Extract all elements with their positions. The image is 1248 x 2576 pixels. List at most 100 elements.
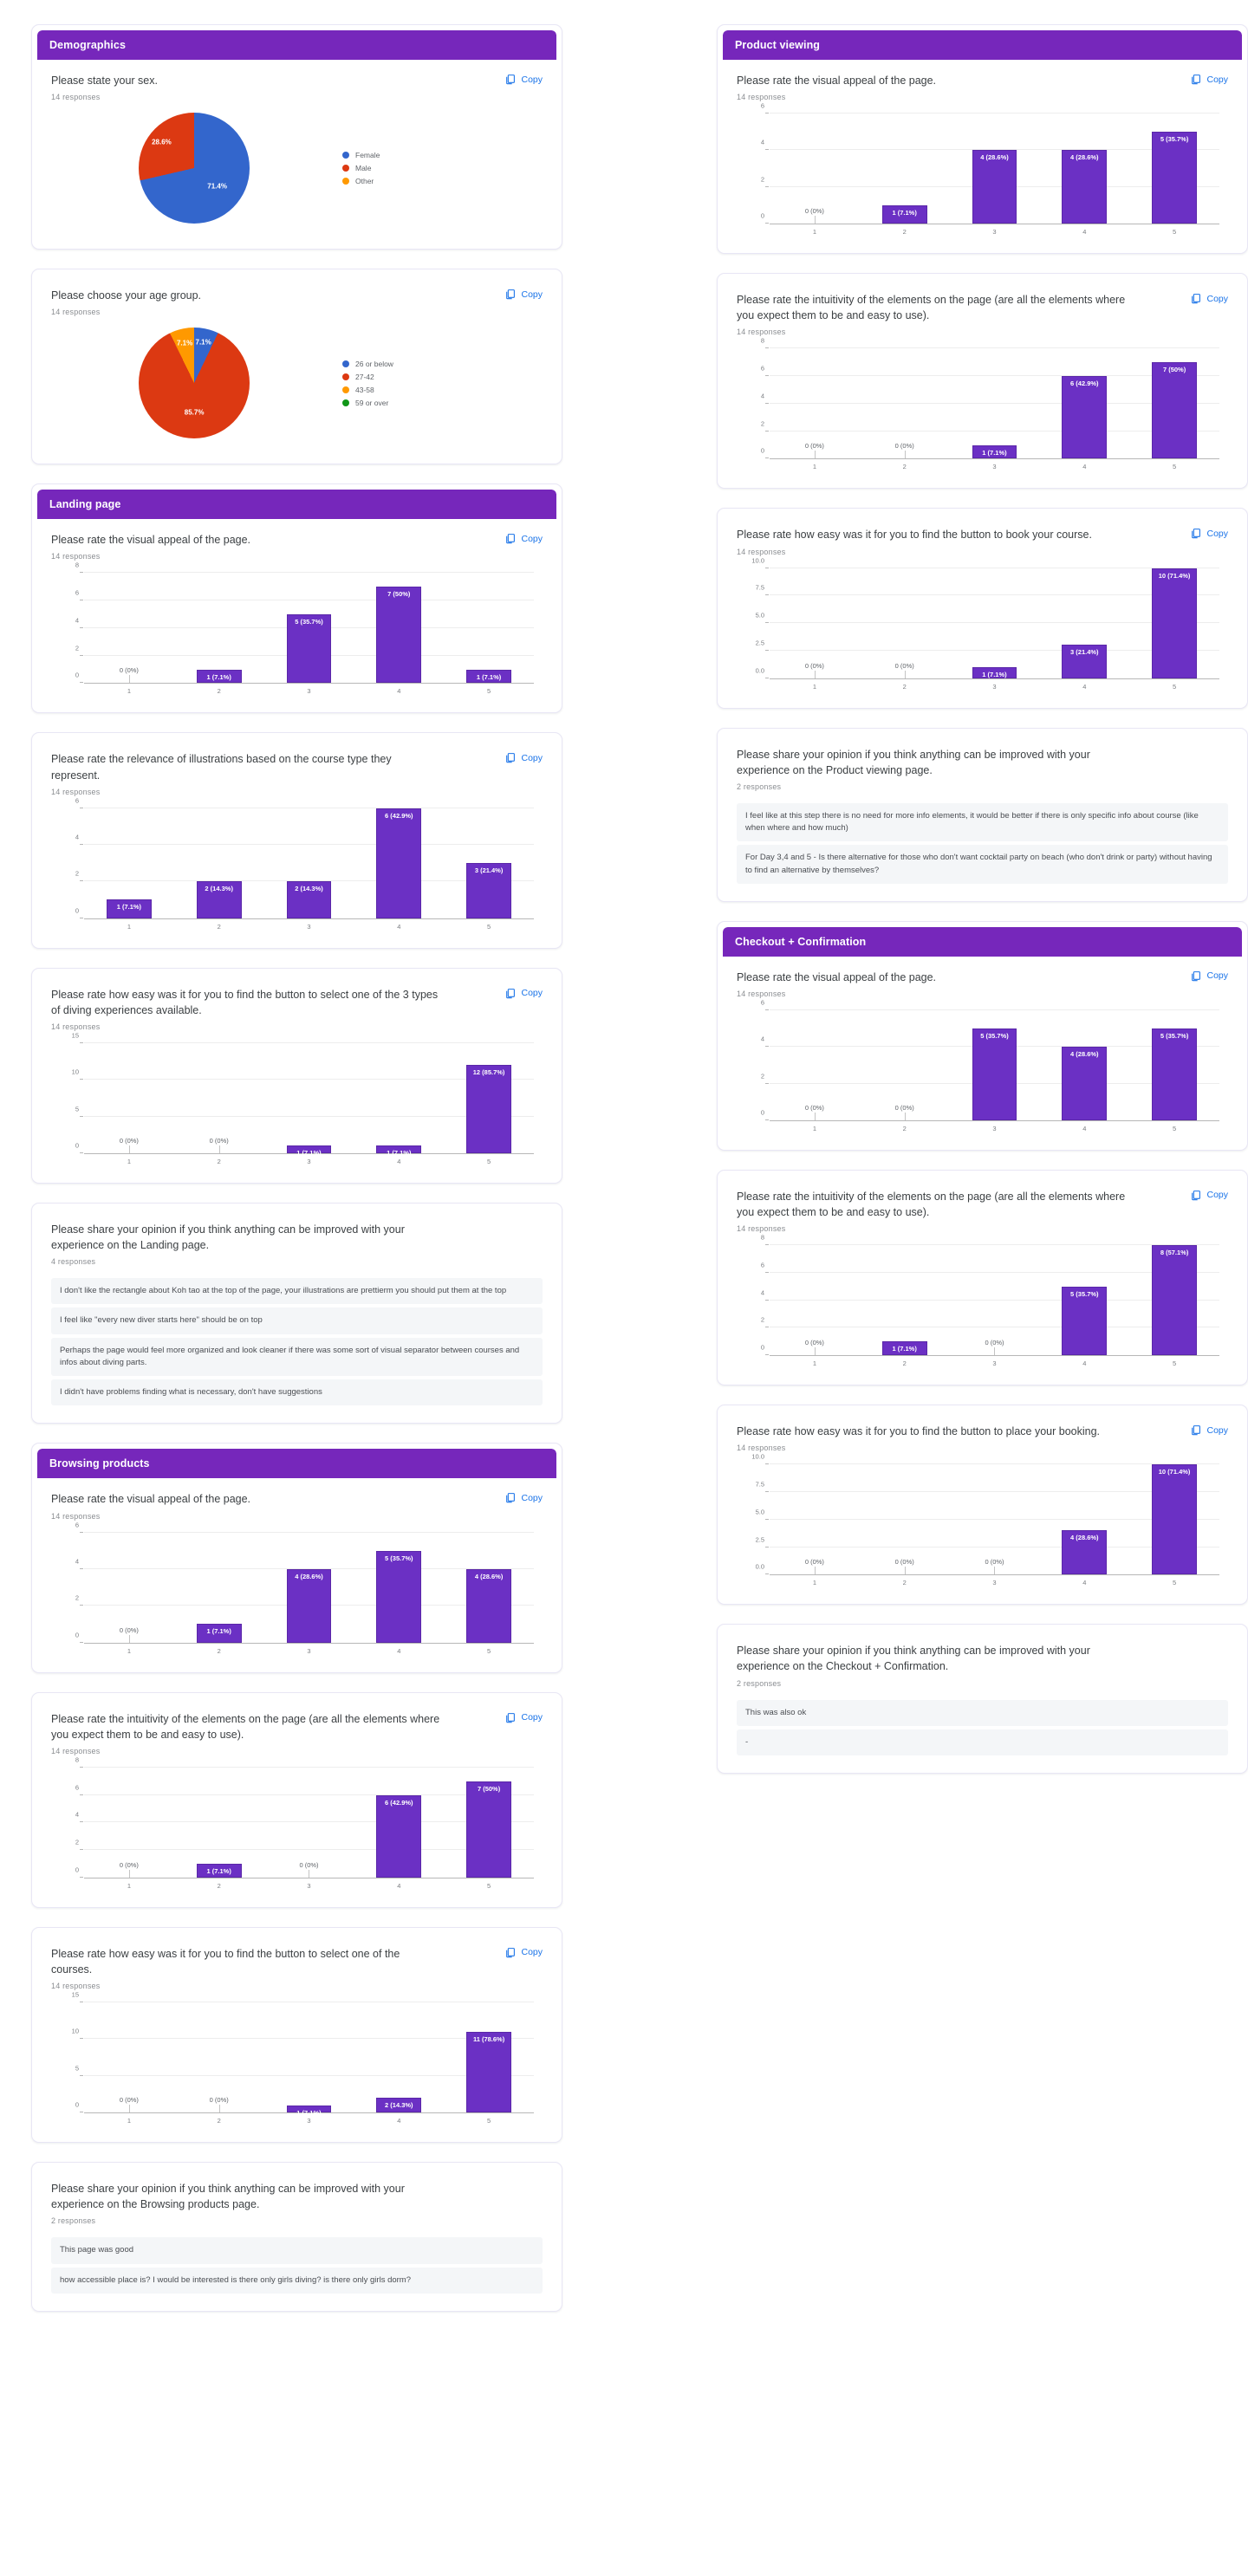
pie-slice-label: 85.7% <box>184 408 205 417</box>
bar-value-label: 0 (0%) <box>804 1339 824 1347</box>
x-axis: 1 2 3 4 5 <box>770 459 1219 470</box>
x-axis-tick: 5 <box>1173 463 1177 471</box>
bar-slot: 12 (85.7%) <box>444 1043 534 1153</box>
bar[interactable]: 1 (7.1%) <box>286 2105 332 2117</box>
x-axis-tick: 2 <box>902 1124 907 1132</box>
copy-icon <box>504 289 516 300</box>
bar[interactable]: 7 (50%) <box>376 587 422 684</box>
copy-button[interactable]: Copy <box>504 532 543 544</box>
bar[interactable]: 7 (50%) <box>1152 362 1198 459</box>
legend-label: 26 or below <box>355 359 393 368</box>
copy-button[interactable]: Copy <box>504 1946 543 1958</box>
copy-button[interactable]: Copy <box>1190 1189 1228 1201</box>
bar[interactable]: 4 (28.6%) <box>286 1568 332 1643</box>
bar[interactable]: 5 (35.7%) <box>972 1028 1017 1120</box>
bar[interactable]: 6 (42.9%) <box>376 1794 422 1878</box>
copy-button[interactable]: Copy <box>1190 1424 1228 1436</box>
bar[interactable]: 10 (71.4%) <box>1152 1464 1198 1575</box>
response-count: 2 responses <box>737 1678 782 1688</box>
bar-value-label: 0 (0%) <box>894 442 914 451</box>
legend-swatch <box>342 178 349 185</box>
y-axis-tick: 4 <box>75 616 79 625</box>
bar[interactable]: 8 (57.1%) <box>1152 1245 1198 1356</box>
card: Please share your opinion if you think a… <box>31 1202 562 1424</box>
x-axis-tick: 3 <box>307 2117 311 2125</box>
question-title: Please rate the visual appeal of the pag… <box>737 75 937 87</box>
copy-button[interactable]: Copy <box>504 1711 543 1723</box>
bar[interactable]: 1 (7.1%) <box>881 1341 927 1356</box>
response-count: 14 responses <box>737 93 786 102</box>
bar[interactable]: 1 (7.1%) <box>196 1863 242 1878</box>
bar[interactable]: 4 (28.6%) <box>466 1568 512 1643</box>
x-axis-tick: 2 <box>902 682 907 691</box>
y-axis-tick: 5 <box>75 2064 79 2073</box>
bar[interactable]: 4 (28.6%) <box>1062 1047 1108 1120</box>
question-text-group: Please rate the intuitivity of the eleme… <box>51 1711 443 1755</box>
bar[interactable]: 1 (7.1%) <box>106 899 152 918</box>
copy-button[interactable]: Copy <box>1190 292 1228 304</box>
bar[interactable]: 1 (7.1%) <box>286 1145 332 1157</box>
x-axis-tick: 4 <box>1082 682 1087 691</box>
bar[interactable]: 2 (14.3%) <box>196 881 242 918</box>
plot-area: 0.0 2.5 5.0 7.5 10.0 0 (0%) 0 (0%) 1 (7.1%) 3 (2… <box>751 556 1219 679</box>
bar[interactable]: 1 (7.1%) <box>881 204 927 224</box>
question-title: Please share your opinion if you think a… <box>737 748 1090 776</box>
bar[interactable]: 6 (42.9%) <box>1062 376 1108 459</box>
question-text-group: Please rate the visual appeal of the pag… <box>737 970 936 998</box>
copy-button[interactable]: Copy <box>504 73 543 85</box>
copy-button[interactable]: Copy <box>1190 970 1228 982</box>
copy-button[interactable]: Copy <box>1190 73 1228 85</box>
bar[interactable]: 1 (7.1%) <box>196 1624 242 1643</box>
bar[interactable]: 5 (35.7%) <box>1152 1028 1198 1120</box>
bar[interactable]: 5 (35.7%) <box>376 1550 422 1643</box>
y-axis-tick: 5.0 <box>755 611 764 620</box>
x-axis-tick: 1 <box>812 1579 816 1587</box>
bar[interactable]: 5 (35.7%) <box>1152 132 1198 224</box>
bar-value-label: 0 (0%) <box>209 2096 229 2104</box>
plot-area: 0 2 4 6 0 (0%) 1 (7.1%) 4 (28.6%) 4 (28.6%) 5 (3… <box>761 102 1219 225</box>
x-axis-tick: 3 <box>307 1157 311 1165</box>
bar[interactable]: 1 (7.1%) <box>376 1145 422 1157</box>
x-axis-tick: 4 <box>397 1646 401 1655</box>
bar[interactable]: 1 (7.1%) <box>972 666 1017 678</box>
bar[interactable]: 10 (71.4%) <box>1152 568 1198 678</box>
bar[interactable]: 7 (50%) <box>466 1781 512 1878</box>
x-axis-tick: 4 <box>397 1881 401 1890</box>
x-axis: 1 2 3 4 5 <box>770 1356 1219 1367</box>
copy-button[interactable]: Copy <box>504 987 543 999</box>
bar[interactable]: 5 (35.7%) <box>286 614 332 684</box>
x-axis-tick: 2 <box>217 1157 221 1165</box>
bar[interactable]: 4 (28.6%) <box>972 150 1017 224</box>
copy-button[interactable]: Copy <box>504 288 543 300</box>
response-count: 14 responses <box>737 1444 786 1453</box>
question-text-group: Please rate how easy was it for you to f… <box>737 1424 1100 1452</box>
question-title: Please rate how easy was it for you to f… <box>737 529 1092 542</box>
bar[interactable]: 12 (85.7%) <box>466 1065 512 1153</box>
bar[interactable]: 4 (28.6%) <box>1062 1530 1108 1575</box>
copy-button[interactable]: Copy <box>504 751 543 763</box>
copy-button[interactable]: Copy <box>1190 527 1228 539</box>
bar-value-label: 5 (35.7%) <box>385 1554 413 1562</box>
bar[interactable]: 2 (14.3%) <box>376 2098 422 2112</box>
bar[interactable]: 1 (7.1%) <box>196 669 242 684</box>
bar[interactable]: 4 (28.6%) <box>1062 150 1108 224</box>
copy-label: Copy <box>1206 528 1228 539</box>
bar[interactable]: 5 (35.7%) <box>1062 1286 1108 1356</box>
bar[interactable]: 3 (21.4%) <box>1062 645 1108 678</box>
bar-chart: 0 2 4 6 0 (0%) 0 (0%) 5 (35.7%) 4 (28.6%) 5 (35.… <box>737 998 1228 1132</box>
question-text-group: Please share your opinion if you think a… <box>737 1643 1128 1687</box>
bar[interactable]: 1 (7.1%) <box>972 444 1017 459</box>
bar[interactable]: 11 (78.6%) <box>466 2031 512 2112</box>
copy-button[interactable]: Copy <box>504 1491 543 1503</box>
bar-slot: 1 (7.1%) <box>860 1245 950 1356</box>
bar[interactable]: 6 (42.9%) <box>376 808 422 918</box>
legend-swatch <box>342 152 349 159</box>
bar-slot: 2 (14.3%) <box>174 808 264 918</box>
bar[interactable]: 3 (21.4%) <box>466 863 512 918</box>
bar-group: 0 (0%) 0 (0%) 0 (0%) 4 (28.6%) 10 (71.4%) <box>770 1464 1219 1575</box>
bar-value-label: 1 (7.1%) <box>892 208 917 217</box>
bar[interactable]: 2 (14.3%) <box>286 881 332 918</box>
card-body: Please rate how easy was it for you to f… <box>37 974 556 1178</box>
answer-list: This was also ok - <box>737 1699 1228 1755</box>
bar[interactable]: 1 (7.1%) <box>466 669 512 684</box>
